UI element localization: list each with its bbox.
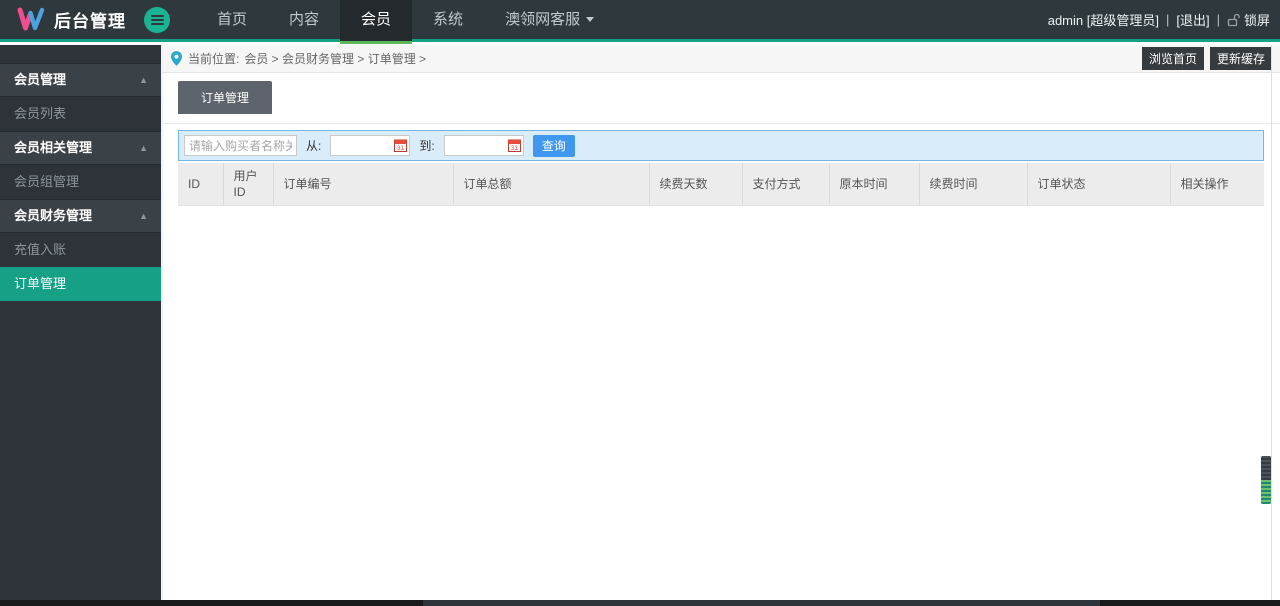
side-widget-stripes-top [1261,456,1271,480]
orders-table: ID 用户ID 订单编号 订单总额 续费天数 支付方式 原本时间 续费时间 订单… [178,163,1264,206]
unlock-icon [1227,13,1240,26]
to-date-wrap: 31 [443,135,524,156]
tabs-row: 订单管理 [163,73,1280,124]
filter-bar: 从: 31 到: 31 [178,130,1264,161]
table-header-row: ID 用户ID 订单编号 订单总额 续费天数 支付方式 原本时间 续费时间 订单… [178,163,1264,206]
collapse-arrow-icon: ▲ [139,211,148,221]
side-widget-stripes-bottom [1261,480,1271,504]
content-inner: 从: 31 到: 31 [178,130,1264,206]
logo-w-icon [17,7,45,31]
horizontal-scrollbar-thumb[interactable] [423,600,1100,606]
app-title: 后台管理 [54,12,126,31]
nav-item-member[interactable]: 会员 [340,0,413,44]
sidebar-item-member-group[interactable]: 会员组管理 [0,165,161,199]
sidebar-group-member-related[interactable]: 会员相关管理 ▲ [0,131,161,165]
column-header-actions: 相关操作 [1170,163,1264,206]
hamburger-icon [150,14,164,17]
refresh-cache-button[interactable]: 更新缓存 [1209,47,1272,70]
sidebar-group-member-management[interactable]: 会员管理 ▲ [0,63,161,97]
nav-item-system[interactable]: 系统 [412,0,484,41]
horizontal-scrollbar[interactable] [0,600,1280,606]
user-area: admin [超级管理员] | [退出] | 锁屏 [1048,10,1280,29]
collapse-arrow-icon: ▲ [139,143,148,153]
sidebar-group-label: 会员相关管理 [14,140,93,155]
column-header-payment-method: 支付方式 [742,163,830,206]
top-navbar: 后台管理 首页 内容 会员 系统 澳领网客服 admin [超级管理员] | [… [0,0,1280,44]
calendar-icon[interactable]: 31 [507,139,521,155]
column-header-user-id: 用户ID [223,163,274,206]
sidebar-group-label: 会员管理 [14,72,67,87]
sidebar-group-member-finance[interactable]: 会员财务管理 ▲ [0,199,161,233]
sidebar-group-label: 会员财务管理 [14,208,93,223]
separator: | [1165,12,1170,27]
logo: 后台管理 [0,7,126,32]
logout-link[interactable]: [退出] [1176,10,1209,29]
dropdown-caret-icon [586,17,595,22]
from-label: 从: [306,139,322,153]
lock-screen-link[interactable]: 锁屏 [1227,10,1270,29]
calendar-day-number: 31 [397,145,405,152]
column-header-id: ID [178,163,224,206]
sidebar-toggle-button[interactable] [144,6,170,33]
breadcrumb-bar: 当前位置: 会员 > 会员财务管理 > 订单管理 > 浏览首页 更新缓存 [163,45,1280,73]
tab-order-management[interactable]: 订单管理 [178,81,273,114]
nav-item-service-label: 澳领网客服 [505,10,581,28]
sidebar-item-recharge[interactable]: 充值入账 [0,233,161,267]
nav-item-service-dropdown[interactable]: 澳领网客服 [484,0,615,41]
main-content: 当前位置: 会员 > 会员财务管理 > 订单管理 > 浏览首页 更新缓存 订单管… [161,45,1280,606]
breadcrumb-actions: 浏览首页 更新缓存 [1141,47,1272,70]
column-header-renewal-days: 续费天数 [649,163,743,206]
column-header-order-number: 订单编号 [273,163,454,206]
nav-item-content[interactable]: 内容 [268,0,340,41]
search-button[interactable]: 查询 [532,134,575,157]
sidebar: 会员管理 ▲ 会员列表 会员相关管理 ▲ 会员组管理 会员财务管理 ▲ 充值入账… [0,45,161,606]
calendar-icon[interactable]: 31 [394,139,408,155]
from-date-wrap: 31 [330,135,411,156]
column-header-order-status: 订单状态 [1027,163,1171,206]
column-header-renewal-time: 续费时间 [919,163,1028,206]
collapse-arrow-icon: ▲ [139,75,148,85]
user-name: admin [超级管理员] [1047,13,1159,28]
top-menu: 首页 内容 会员 系统 澳领网客服 [196,0,615,44]
separator: | [1216,12,1220,27]
vertical-scrollbar-track[interactable] [1271,45,1272,600]
location-pin-icon [171,51,182,66]
breadcrumb-prefix: 当前位置: [188,52,240,66]
browse-homepage-button[interactable]: 浏览首页 [1141,47,1204,70]
lock-screen-label: 锁屏 [1243,13,1270,28]
buyer-keyword-input[interactable] [184,135,297,156]
sidebar-item-order-management[interactable]: 订单管理 [0,267,161,301]
nav-item-home[interactable]: 首页 [196,0,268,41]
column-header-original-time: 原本时间 [829,163,920,206]
side-widget-toggle[interactable] [1261,456,1271,504]
to-label: 到: [419,139,435,153]
sidebar-item-member-list[interactable]: 会员列表 [0,97,161,131]
column-header-order-total: 订单总额 [453,163,650,206]
breadcrumb-path: 会员 > 会员财务管理 > 订单管理 > [244,52,427,66]
calendar-day-number: 31 [511,145,519,152]
